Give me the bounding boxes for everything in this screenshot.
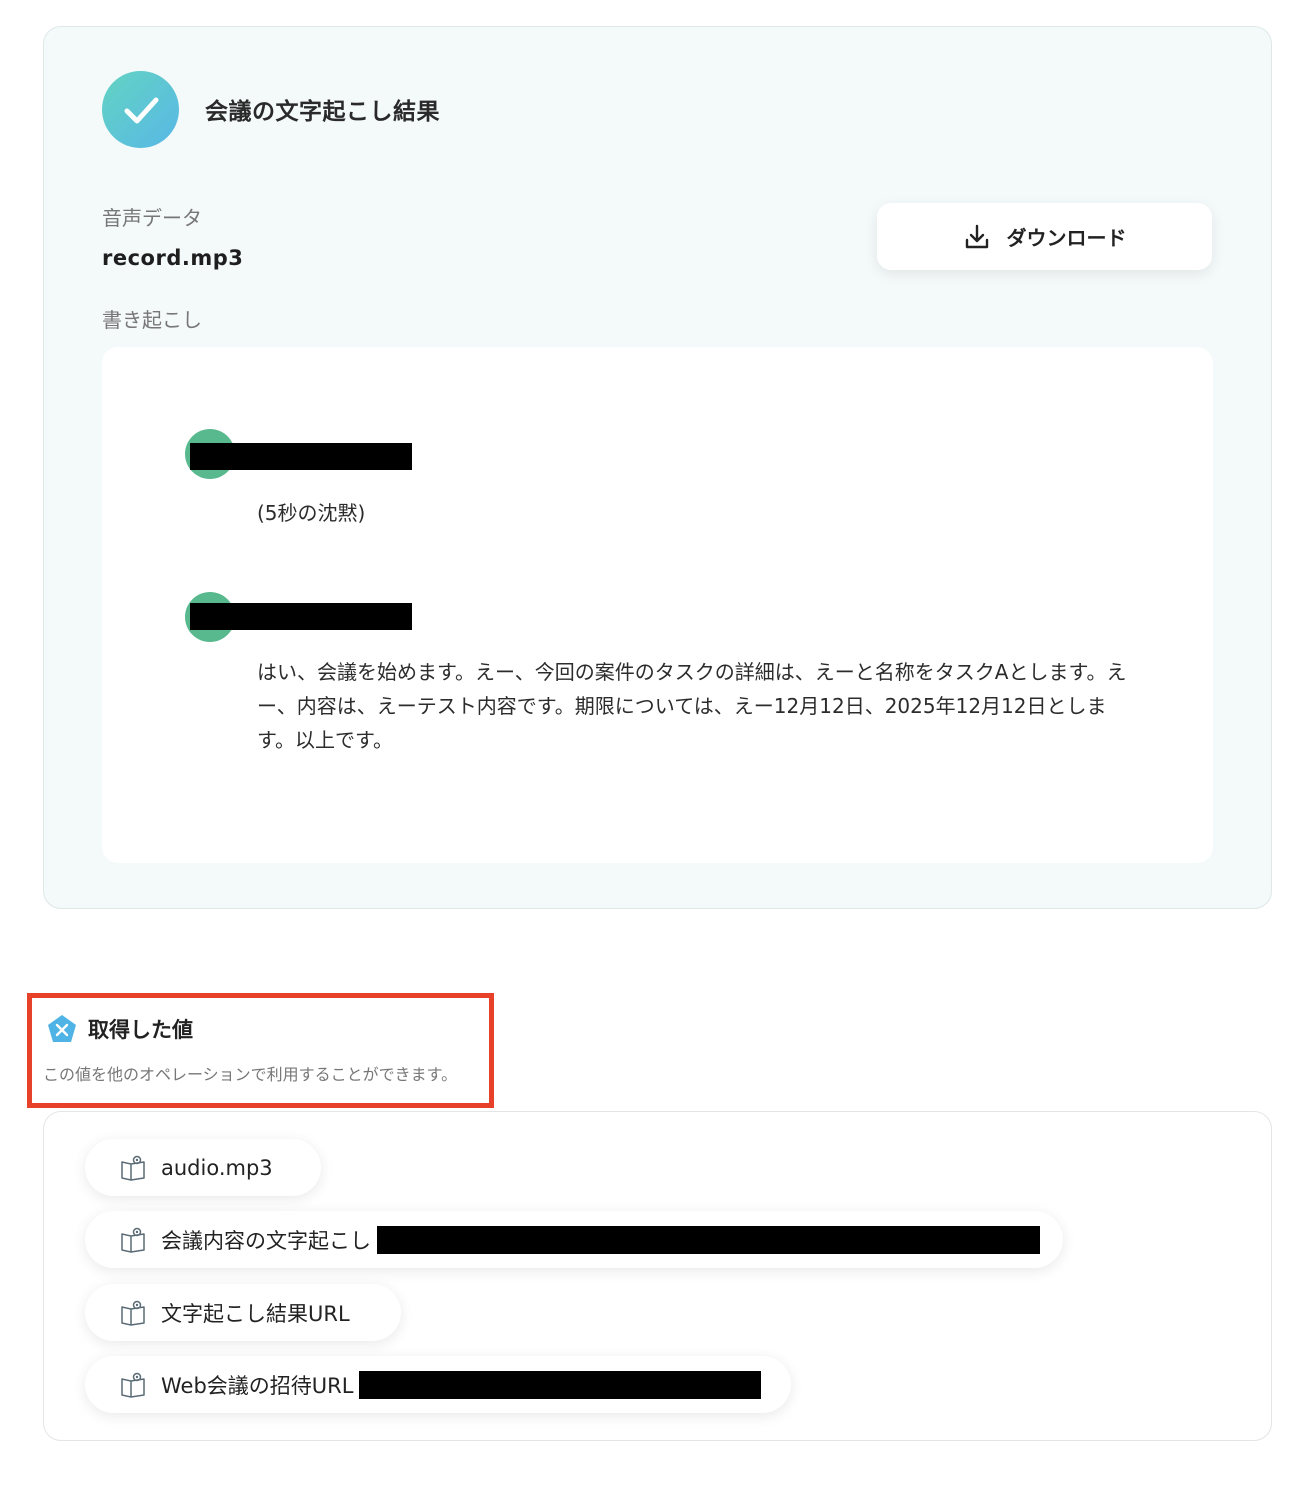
transcript-label: 書き起こし (102, 308, 202, 332)
value-chip-label: 会議内容の文字起こし (161, 1228, 371, 1253)
transcript-entry-text: (5秒の沈黙) (257, 501, 366, 525)
audio-filename: record.mp3 (102, 246, 244, 270)
value-chip[interactable]: 会議内容の文字起こし (85, 1211, 1063, 1268)
book-icon (121, 1300, 145, 1326)
transcript-entry-text: はい、会議を始めます。えー、今回の案件のタスクの詳細は、えーと名称をタスクAとし… (257, 660, 1127, 752)
value-chip[interactable]: audio.mp3 (85, 1139, 321, 1196)
variable-icon (46, 1013, 78, 1045)
redacted-value (377, 1225, 1040, 1254)
acquired-values-highlight (27, 993, 494, 1108)
success-check-icon (102, 71, 179, 148)
result-title: 会議の文字起こし結果 (205, 99, 440, 125)
book-icon (121, 1227, 145, 1253)
value-chip-label: audio.mp3 (161, 1155, 273, 1180)
acquired-values-title: 取得した値 (88, 1018, 193, 1042)
value-chip-label: 文字起こし結果URL (161, 1301, 350, 1326)
acquired-values-description: この値を他のオペレーションで利用することができます。 (43, 1065, 458, 1084)
value-chip-label: Web会議の招待URL (161, 1373, 354, 1398)
book-icon (121, 1372, 145, 1398)
redacted-speaker-name (190, 603, 412, 630)
redacted-speaker-name (190, 443, 412, 470)
download-button[interactable]: ダウンロード (877, 203, 1212, 270)
download-label: ダウンロード (1006, 226, 1127, 250)
download-icon (965, 224, 988, 248)
value-chip[interactable]: Web会議の招待URL (85, 1356, 791, 1413)
redacted-value (359, 1370, 762, 1399)
audio-data-label: 音声データ (102, 206, 202, 230)
value-chip[interactable]: 文字起こし結果URL (85, 1284, 401, 1341)
book-icon (121, 1155, 145, 1181)
